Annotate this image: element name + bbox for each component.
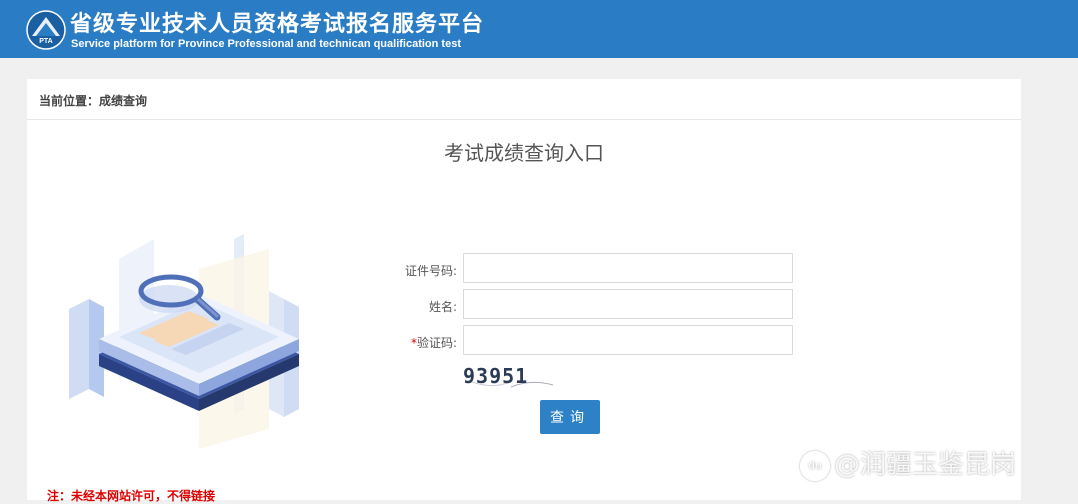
name-input[interactable] <box>463 289 793 319</box>
captcha-label: *验证码: <box>357 334 457 351</box>
watermark: du @润疆玉鉴昆岗 <box>800 444 1016 481</box>
captcha-label-text: 验证码: <box>416 336 457 350</box>
breadcrumb-bar: 当前位置：成绩查询 <box>27 79 1021 120</box>
captcha-text: 93951 <box>463 364 528 388</box>
captcha-input[interactable] <box>463 325 793 355</box>
page-title: 考试成绩查询入口 <box>444 141 604 165</box>
site-header: PTA 省级专业技术人员资格考试报名服务平台 Service platform … <box>0 0 1078 58</box>
watermark-badge-icon: du <box>800 450 830 481</box>
logo-text: PTA <box>39 38 52 45</box>
captcha-image[interactable]: 93951 <box>461 361 557 393</box>
magnifier-illustration <box>69 234 299 449</box>
site-subtitle: Service platform for Province Profession… <box>71 38 461 50</box>
notice-text: 注：未经本网站许可，不得链接 <box>47 489 216 503</box>
query-button[interactable]: 查询 <box>540 400 600 434</box>
id-number-input[interactable] <box>463 253 793 283</box>
content-panel: 当前位置：成绩查询 考试成绩查询入口 证件号码: 姓名: *验证码: 93951… <box>27 79 1021 503</box>
pta-logo-icon: PTA <box>26 10 66 50</box>
site-title: 省级专业技术人员资格考试报名服务平台 <box>70 12 485 37</box>
watermark-text: @润疆玉鉴昆岗 <box>834 450 1017 480</box>
id-number-label: 证件号码: <box>404 264 457 278</box>
breadcrumb: 当前位置：成绩查询 <box>39 94 148 108</box>
name-label: 姓名: <box>428 300 457 314</box>
